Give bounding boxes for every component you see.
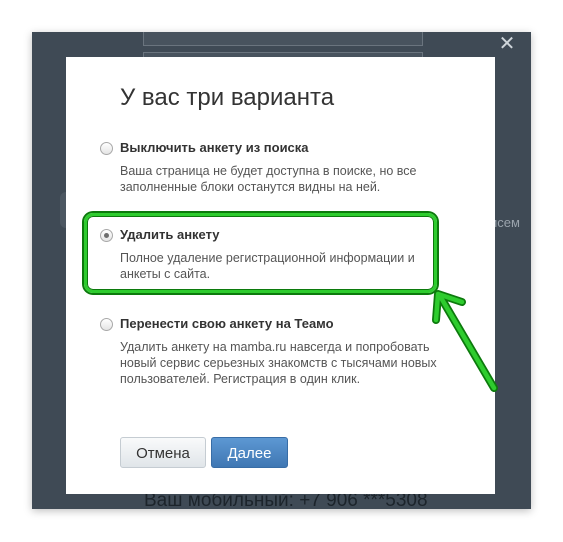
annotation-highlight-box bbox=[84, 213, 437, 293]
cancel-button[interactable]: Отмена bbox=[120, 437, 206, 468]
option-description: Удалить анкету на mamba.ru навсегда и по… bbox=[120, 340, 437, 386]
background-input-field bbox=[143, 32, 423, 46]
radio-move-to-teamo[interactable] bbox=[100, 318, 113, 331]
annotation-arrow-icon bbox=[432, 290, 498, 392]
option-title: Перенести свою анкету на Теамо bbox=[120, 316, 334, 331]
next-button[interactable]: Далее bbox=[211, 437, 288, 468]
close-icon[interactable]: ✕ bbox=[497, 34, 517, 54]
screenshot-stage: писем Ваш мобильный: +7 906 ***5308 ✕ У … bbox=[0, 0, 563, 542]
dialog-title: У вас три варианта bbox=[120, 84, 335, 111]
option-title: Выключить анкету из поиска bbox=[120, 140, 309, 155]
radio-disable-search[interactable] bbox=[100, 142, 113, 155]
option-description: Ваша страница не будет доступна в поиске… bbox=[120, 164, 417, 194]
